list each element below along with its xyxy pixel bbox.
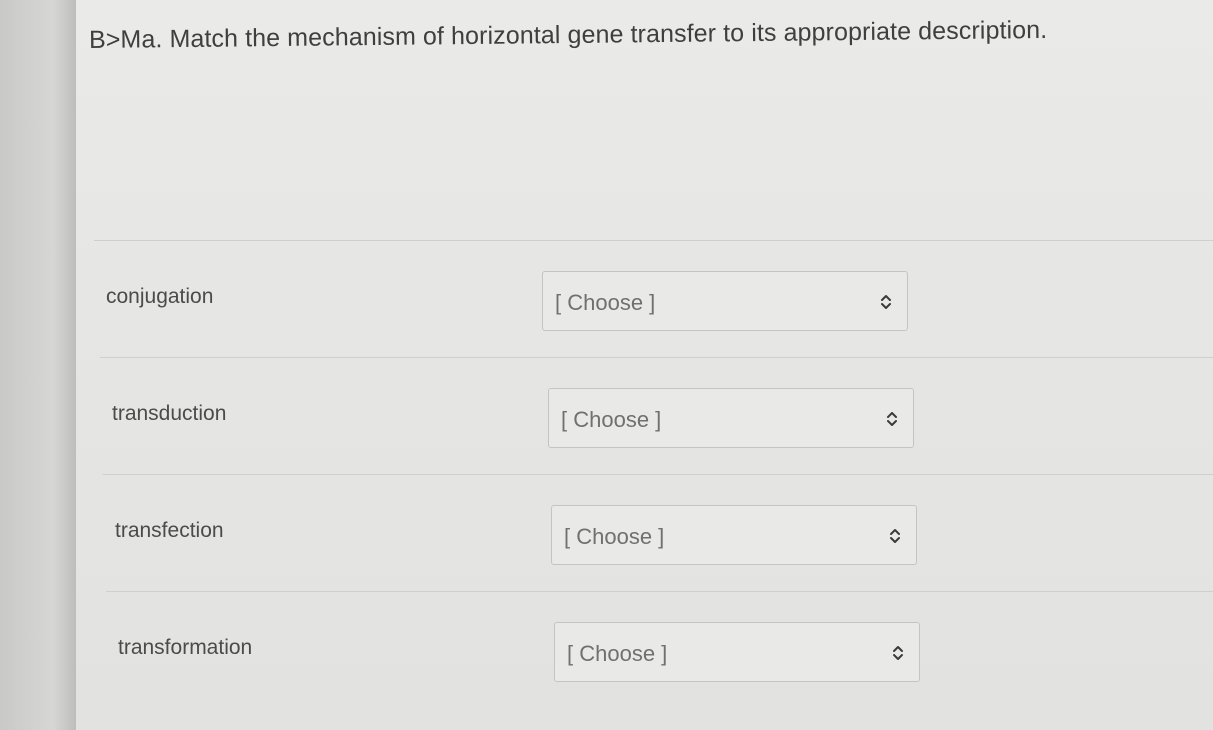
select-value: [ Choose ]	[561, 407, 662, 432]
matching-list: conjugation [ Choose ] transduction [ Ch…	[94, 240, 1213, 730]
match-row-transformation: transformation [ Choose ]	[106, 591, 1213, 708]
term-label: transduction	[112, 402, 227, 425]
question-title: B>Ma. Match the mechanism of horizontal …	[88, 15, 1048, 54]
question-panel: B>Ma. Match the mechanism of horizontal …	[76, 0, 1213, 730]
term-label: conjugation	[106, 285, 214, 308]
select-value: [ Choose ]	[555, 290, 656, 315]
match-row-transduction: transduction [ Choose ]	[100, 357, 1213, 474]
chevron-up-down-icon	[890, 529, 900, 543]
select-value: [ Choose ]	[564, 524, 665, 549]
term-label: transfection	[115, 519, 224, 542]
select-value: [ Choose ]	[567, 641, 668, 666]
match-row-conjugation: conjugation [ Choose ]	[94, 240, 1213, 357]
left-margin	[0, 0, 76, 730]
match-row-transfection: transfection [ Choose ]	[103, 474, 1213, 591]
answer-select[interactable]: [ Choose ]	[542, 271, 908, 331]
term-label: transformation	[118, 636, 253, 659]
chevron-up-down-icon	[893, 646, 903, 660]
answer-select[interactable]: [ Choose ]	[551, 505, 917, 565]
answer-select[interactable]: [ Choose ]	[548, 388, 914, 448]
answer-select[interactable]: [ Choose ]	[554, 622, 920, 682]
chevron-up-down-icon	[887, 412, 897, 426]
chevron-up-down-icon	[881, 295, 891, 309]
